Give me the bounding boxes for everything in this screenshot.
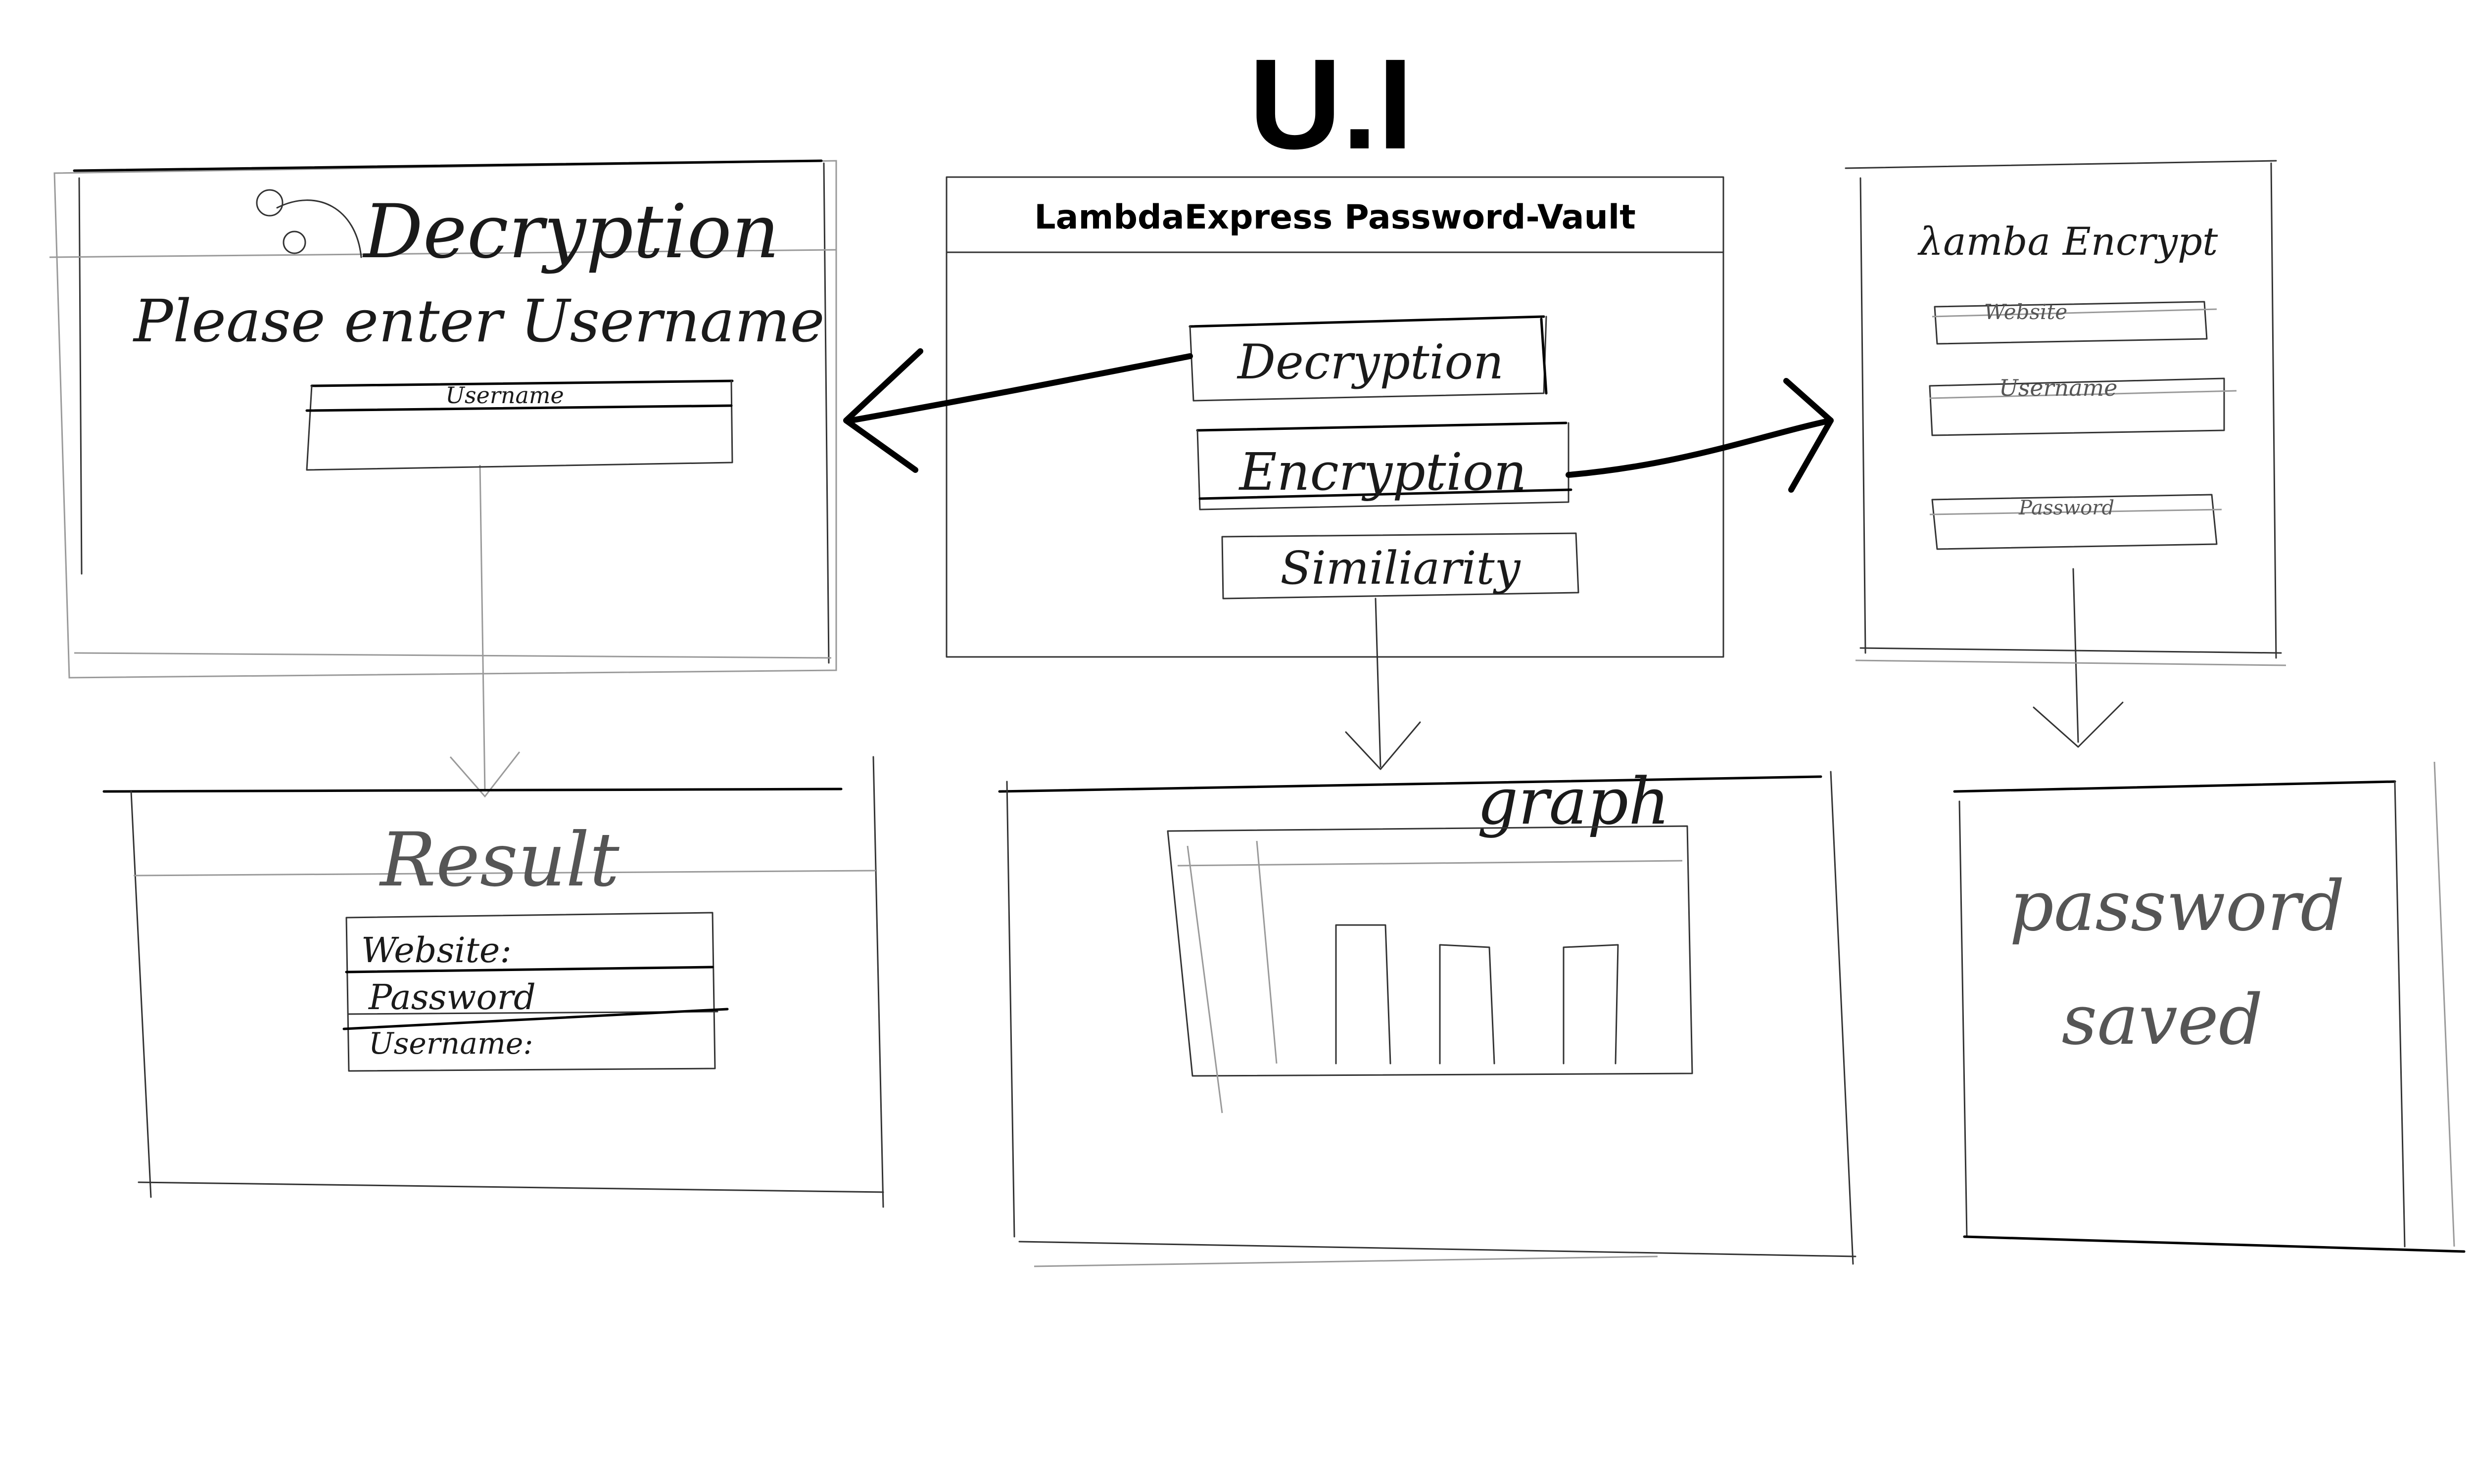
similiarity-button-label: Similiarity (1280, 542, 1521, 595)
graph-screen: graph (998, 764, 1856, 1267)
encrypt-password-input[interactable]: Password (1929, 494, 2222, 550)
username-input-label: Username (445, 382, 564, 409)
arrow-to-result (449, 464, 521, 798)
result-screen-title: Result (379, 817, 619, 903)
arrow-to-encrypt (1566, 378, 1834, 493)
encrypt-username-input[interactable]: Username (1929, 374, 2237, 436)
username-input[interactable]: Username (305, 379, 734, 471)
decryption-screen: Decryption Please enter Username Usernam… (49, 159, 837, 679)
encrypt-username-label: Username (1999, 374, 2117, 401)
arrow-to-decryption (843, 348, 1193, 473)
bar-chart-sketch (1167, 825, 1693, 1113)
ui-flow-diagram: U.I LambdaExpress Password-Vault Decrypt… (49, 33, 2466, 1267)
result-username-field: Username: (369, 1026, 533, 1061)
arrow-to-saved (2033, 568, 2124, 748)
main-window-title: LambdaExpress Password-Vault (1034, 198, 1635, 237)
main-window: LambdaExpress Password-Vault Decryption … (946, 176, 1724, 658)
encrypt-website-label: Website (1984, 300, 2067, 324)
encrypt-screen-title: λamba Encrypt (1917, 220, 2218, 264)
arrow-to-graph (1345, 598, 1421, 770)
saved-line-2: saved (2062, 980, 2263, 1061)
encrypt-website-input[interactable]: Website (1932, 300, 2217, 345)
decryption-logo-icon (256, 189, 362, 258)
encrypt-password-label: Password (2018, 497, 2114, 519)
result-password-field: Password (368, 977, 536, 1018)
similiarity-button[interactable]: Similiarity (1221, 532, 1579, 600)
saved-screen: password saved (1953, 761, 2466, 1253)
decryption-button-label: Decryption (1237, 334, 1504, 390)
encrypt-screen: λamba Encrypt Website Username Password (1845, 160, 2286, 666)
decryption-prompt: Please enter Username (133, 287, 825, 355)
result-screen: Result Website: Password Username: (102, 756, 884, 1208)
result-website-field: Website: (361, 930, 512, 971)
encryption-button[interactable]: Encryption (1196, 421, 1572, 510)
decryption-button[interactable]: Decryption (1189, 315, 1548, 402)
saved-line-1: password (2009, 866, 2344, 947)
decryption-screen-title: Decryption (362, 189, 780, 275)
encryption-button-label: Encryption (1238, 442, 1527, 502)
diagram-title: U.I (1249, 33, 1413, 176)
